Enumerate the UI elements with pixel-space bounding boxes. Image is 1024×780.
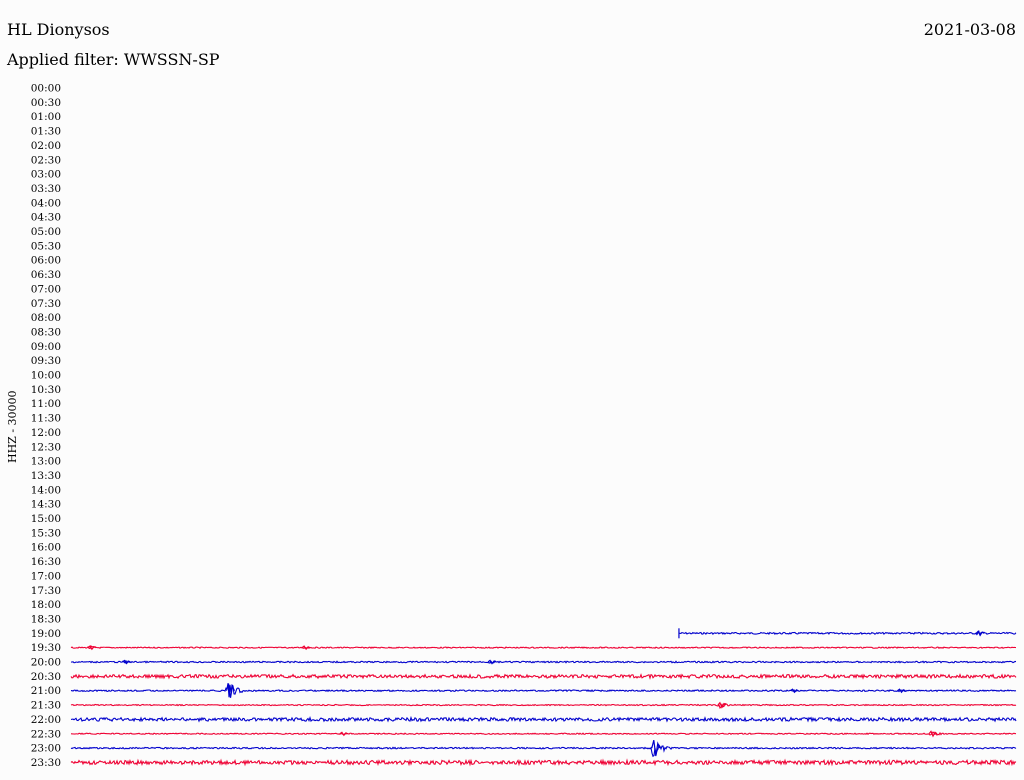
trace-row-1900 — [678, 628, 1017, 639]
time-tick-label: 11:30 — [31, 413, 61, 425]
trace-line — [70, 659, 1017, 664]
time-tick-label: 23:00 — [31, 743, 61, 755]
time-tick-label: 14:30 — [31, 499, 61, 511]
time-tick-label: 13:30 — [31, 470, 61, 482]
time-tick-label: 10:30 — [31, 384, 61, 396]
time-tick-label: 23:30 — [31, 757, 61, 769]
time-tick-label: 11:00 — [31, 398, 61, 410]
trace-row-1930 — [70, 645, 1017, 651]
time-axis-labels: 00:00 00:30 01:00 01:30 02:00 02:30 03:00 03:30… — [31, 83, 61, 769]
time-tick-label: 00:00 — [31, 83, 61, 95]
time-tick-label: 14:00 — [31, 484, 61, 496]
trace-row-2100 — [70, 683, 1017, 698]
time-tick-label: 00:30 — [31, 97, 61, 109]
trace-line — [70, 715, 1017, 723]
time-tick-label: 07:30 — [31, 298, 61, 310]
time-tick-label: 05:30 — [31, 240, 61, 252]
time-tick-label: 22:30 — [31, 728, 61, 740]
trace-row-2200 — [70, 715, 1017, 723]
trace-row-2300 — [70, 740, 1017, 758]
trace-row-2130 — [70, 701, 1017, 710]
time-tick-label: 03:30 — [31, 183, 61, 195]
time-tick-label: 18:00 — [31, 599, 61, 611]
time-tick-label: 21:00 — [31, 685, 61, 697]
trace-line — [678, 630, 1017, 637]
time-tick-label: 02:30 — [31, 154, 61, 166]
time-tick-label: 13:00 — [31, 456, 61, 468]
time-tick-label: 09:30 — [31, 355, 61, 367]
trace-row-2000 — [70, 659, 1017, 665]
time-tick-label: 17:00 — [31, 570, 61, 582]
time-tick-label: 17:30 — [31, 585, 61, 597]
helicorder-plot: 00:00 00:30 01:00 01:30 02:00 02:30 03:00 03:30… — [6, 83, 1017, 769]
time-tick-label: 03:00 — [31, 169, 61, 181]
time-tick-label: 01:30 — [31, 126, 61, 138]
time-tick-label: 21:30 — [31, 700, 61, 712]
seismic-traces — [70, 628, 1017, 767]
time-tick-label: 12:00 — [31, 427, 61, 439]
time-tick-label: 18:30 — [31, 613, 61, 625]
time-tick-label: 15:00 — [31, 513, 61, 525]
trace-row-2230 — [70, 730, 1017, 738]
time-tick-label: 06:00 — [31, 255, 61, 267]
time-tick-label: 04:00 — [31, 197, 61, 209]
trace-line — [70, 743, 1017, 758]
time-tick-label: 19:00 — [31, 628, 61, 640]
time-tick-label: 04:30 — [31, 212, 61, 224]
time-tick-label: 16:00 — [31, 542, 61, 554]
time-tick-label: 07:00 — [31, 283, 61, 295]
time-tick-label: 20:30 — [31, 671, 61, 683]
trace-line — [70, 683, 1017, 698]
time-tick-label: 05:00 — [31, 226, 61, 238]
time-tick-label: 01:00 — [31, 111, 61, 123]
time-tick-label: 19:30 — [31, 642, 61, 654]
trace-line — [70, 645, 1017, 650]
time-tick-label: 08:30 — [31, 326, 61, 338]
time-tick-label: 20:00 — [31, 657, 61, 669]
trace-line — [70, 673, 1017, 680]
trace-line — [70, 758, 1017, 767]
time-tick-label: 02:00 — [31, 140, 61, 152]
time-tick-label: 22:00 — [31, 714, 61, 726]
time-tick-label: 09:00 — [31, 341, 61, 353]
channel-axis-label: HHZ - 30000 — [6, 390, 19, 463]
time-tick-label: 12:30 — [31, 441, 61, 453]
trace-line — [70, 702, 1017, 710]
time-tick-label: 15:30 — [31, 527, 61, 539]
time-tick-label: 06:30 — [31, 269, 61, 281]
trace-row-2330 — [70, 758, 1017, 767]
time-tick-label: 10:00 — [31, 370, 61, 382]
trace-row-2030 — [70, 673, 1017, 680]
time-tick-label: 08:00 — [31, 312, 61, 324]
time-tick-label: 16:30 — [31, 556, 61, 568]
trace-line — [70, 731, 1017, 736]
